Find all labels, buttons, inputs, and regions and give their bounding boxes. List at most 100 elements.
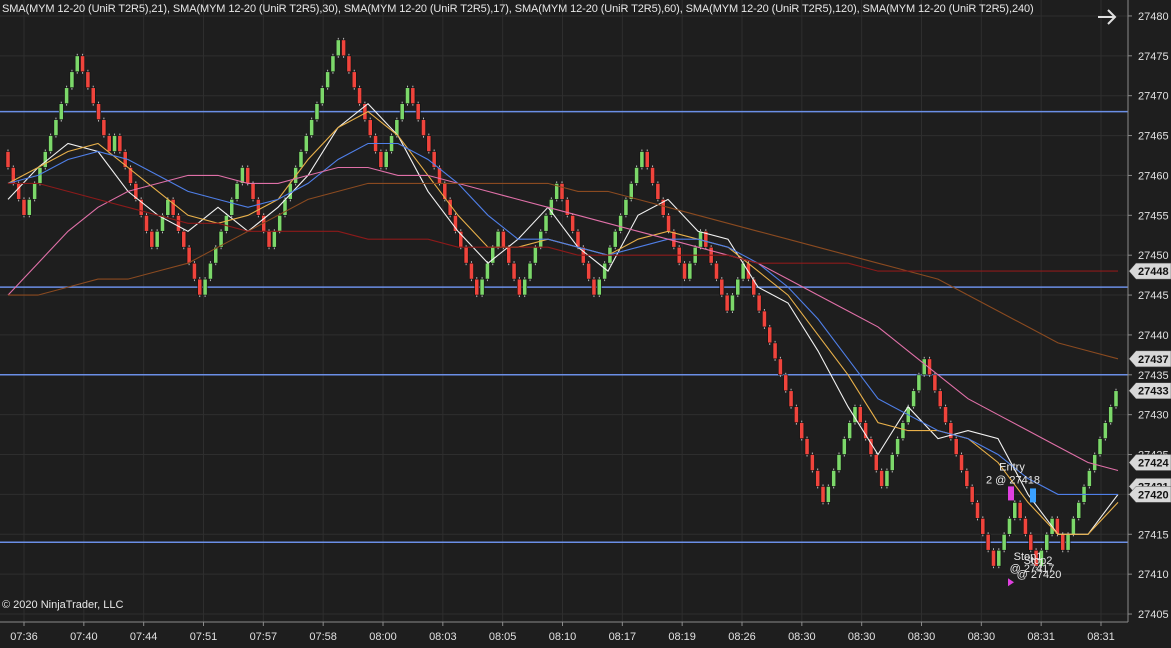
price-marker[interactable]: 27437 bbox=[1128, 350, 1171, 368]
renko-bar bbox=[687, 261, 693, 282]
renko-bar bbox=[202, 277, 208, 298]
up-bar bbox=[399, 103, 405, 120]
renko-bar bbox=[415, 101, 421, 122]
down-bar bbox=[591, 278, 597, 296]
up-bar bbox=[532, 246, 538, 264]
renko-bar bbox=[208, 261, 213, 282]
renko-bar bbox=[756, 293, 762, 313]
price-tick-label: 27465 bbox=[1138, 131, 1169, 143]
price-tick-label: 27470 bbox=[1138, 91, 1169, 103]
up-bar bbox=[543, 215, 549, 232]
renko-bar bbox=[825, 484, 831, 505]
renko-bar bbox=[953, 436, 959, 457]
renko-bar bbox=[1044, 532, 1050, 553]
order-label-entry[interactable]: Entry bbox=[999, 461, 1025, 473]
order-label-entry-qty[interactable]: 2 @ 27418 bbox=[986, 474, 1040, 486]
down-bar bbox=[650, 167, 655, 184]
renko-bar bbox=[884, 468, 890, 489]
up-bar bbox=[271, 230, 277, 248]
renko-bar bbox=[900, 420, 906, 441]
price-marker[interactable]: 27433 bbox=[1128, 382, 1171, 399]
renko-bar bbox=[618, 213, 623, 234]
arrow-right-icon[interactable] bbox=[1096, 6, 1118, 28]
renko-bar bbox=[991, 548, 996, 569]
renko-bar bbox=[383, 149, 389, 170]
up-bar bbox=[825, 486, 831, 503]
down-bar bbox=[186, 246, 192, 264]
renko-bar bbox=[772, 340, 778, 361]
order-label-stop2[interactable]: Stop2 bbox=[1024, 555, 1053, 567]
price-chart[interactable]: Entry2 @ 27418Stop1@ 27417Stop2@ 27420 2… bbox=[0, 0, 1171, 648]
down-bar bbox=[341, 39, 346, 57]
renko-bar bbox=[602, 261, 607, 282]
up-bar bbox=[1065, 533, 1071, 551]
renko-bar bbox=[980, 516, 986, 537]
renko-bar bbox=[490, 245, 496, 266]
down-bar bbox=[1060, 533, 1066, 551]
renko-bar bbox=[325, 69, 330, 90]
renko-bar bbox=[58, 101, 64, 122]
up-bar bbox=[900, 422, 906, 439]
down-bar bbox=[794, 406, 799, 423]
up-bar bbox=[639, 151, 645, 168]
renko-bar bbox=[431, 149, 437, 170]
renko-bar bbox=[42, 149, 48, 170]
down-bar bbox=[820, 486, 826, 503]
entry-marker[interactable] bbox=[1008, 486, 1014, 501]
renko-bar bbox=[719, 277, 725, 298]
up-bar bbox=[26, 199, 32, 216]
up-bar bbox=[154, 230, 160, 248]
renko-bar bbox=[149, 229, 155, 250]
down-bar bbox=[469, 262, 474, 280]
up-bar bbox=[298, 151, 304, 168]
renko-bar bbox=[815, 468, 821, 489]
down-bar bbox=[756, 294, 762, 312]
up-bar bbox=[836, 454, 842, 471]
up-bar bbox=[1001, 533, 1007, 551]
renko-bar bbox=[405, 85, 410, 106]
price-tick-label: 27415 bbox=[1138, 529, 1169, 541]
price-marker[interactable]: 27424 bbox=[1128, 454, 1171, 471]
price-marker[interactable]: 27448 bbox=[1128, 262, 1171, 280]
price-tick-label: 27440 bbox=[1138, 330, 1169, 342]
up-bar bbox=[831, 470, 837, 487]
renko-bar bbox=[69, 69, 75, 90]
up-bar bbox=[996, 549, 1002, 567]
renko-bar bbox=[229, 197, 235, 218]
renko-bar bbox=[495, 229, 501, 250]
up-bar bbox=[634, 167, 639, 184]
renko-bar bbox=[554, 181, 560, 202]
down-bar bbox=[959, 454, 964, 471]
renko-bar bbox=[26, 197, 32, 218]
stop-marker[interactable] bbox=[1030, 488, 1036, 503]
renko-bar bbox=[1017, 500, 1023, 521]
renko-bar bbox=[937, 388, 943, 409]
renko-bar bbox=[847, 420, 853, 441]
up-bar bbox=[335, 39, 341, 57]
price-marker[interactable]: 27420 bbox=[1128, 486, 1171, 503]
down-bar bbox=[5, 151, 11, 168]
up-bar bbox=[1092, 454, 1098, 471]
renko-bar bbox=[181, 229, 187, 250]
renko-bar bbox=[314, 101, 320, 122]
time-tick-label: 08:30 bbox=[788, 631, 816, 643]
down-bar bbox=[117, 135, 123, 152]
down-bar bbox=[506, 246, 512, 264]
renko-bar bbox=[932, 372, 938, 393]
up-bar bbox=[527, 262, 533, 280]
renko-bar bbox=[224, 213, 229, 234]
down-bar bbox=[644, 151, 650, 168]
up-bar bbox=[325, 71, 330, 89]
renko-bar bbox=[351, 69, 357, 90]
up-bar bbox=[911, 390, 916, 407]
renko-bar bbox=[469, 261, 474, 282]
renko-bar bbox=[730, 293, 735, 313]
up-bar bbox=[405, 87, 410, 104]
renko-bar bbox=[714, 261, 719, 282]
renko-bar bbox=[197, 277, 203, 298]
renko-bar bbox=[511, 261, 517, 282]
up-bar bbox=[303, 135, 309, 152]
price-marker-label: 27437 bbox=[1138, 354, 1169, 366]
order-label-stop2-price[interactable]: @ 27420 bbox=[1017, 569, 1062, 581]
renko-bar bbox=[357, 85, 362, 106]
